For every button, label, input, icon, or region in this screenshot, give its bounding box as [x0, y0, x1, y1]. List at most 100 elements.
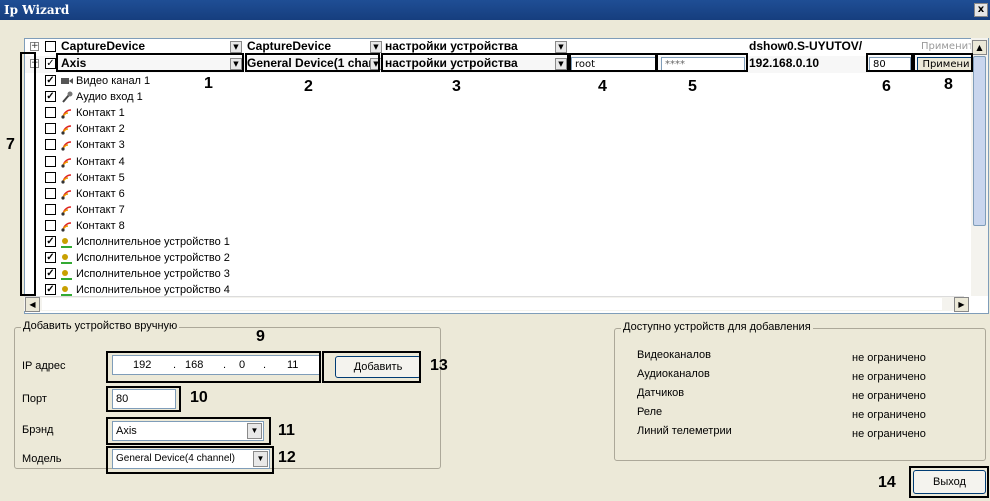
brand-select-highlight [106, 417, 271, 445]
subitem-label: Контакт 6 [76, 187, 125, 200]
settings-highlight [381, 53, 569, 72]
device-subitem[interactable]: Контакт 5 [45, 170, 345, 186]
subitem-checkbox[interactable] [45, 139, 56, 151]
manual-port-highlight [106, 386, 181, 412]
horizontal-scrollbar[interactable]: ◀ ▶ [24, 296, 969, 312]
available-title: Доступно устройств для добавления [621, 321, 813, 333]
device-subitem[interactable]: Контакт 6 [45, 186, 345, 202]
window-title: Ip Wizard [4, 3, 70, 17]
subitem-label: Исполнительное устройство 1 [76, 236, 230, 248]
exit-highlight [909, 466, 989, 498]
subitem-label: Контакт 5 [76, 171, 125, 184]
callout-13: 13 [430, 357, 448, 374]
available-label: Линий телеметрии [637, 425, 732, 437]
subitem-label: Исполнительное устройство 2 [76, 252, 230, 265]
expand-icon[interactable]: + [30, 42, 39, 51]
scroll-right-icon[interactable]: ▶ [954, 297, 969, 312]
callout-1: 1 [204, 75, 213, 92]
callout-5: 5 [688, 78, 697, 95]
device-subitem[interactable]: Контакт 3 [45, 137, 345, 153]
scroll-thumb[interactable] [973, 56, 986, 226]
subitem-label: Аудио вход 1 [76, 91, 143, 104]
device-subitem[interactable]: Контакт 7 [45, 202, 345, 218]
callout-11: 11 [278, 422, 295, 439]
available-value: не ограничено [852, 352, 926, 364]
chevron-down-icon[interactable]: ▼ [230, 41, 242, 53]
available-value: не ограничено [852, 428, 926, 440]
subitem-checkbox[interactable]: ✓ [45, 236, 56, 247]
available-label: Реле [637, 406, 663, 418]
subitem-label: Контакт 1 [76, 107, 125, 120]
subitem-checkbox[interactable] [45, 171, 56, 183]
model-label: Модель [22, 453, 62, 465]
available-value: не ограничено [852, 371, 926, 383]
subitem-checkbox[interactable] [45, 187, 56, 199]
scroll-left-icon[interactable]: ◀ [25, 297, 40, 312]
subitem-label: Контакт 3 [76, 139, 125, 152]
device-subitem[interactable]: ✓ Исполнительное устройство 3 [45, 266, 345, 282]
port-highlight [866, 53, 913, 72]
device-tree: + CaptureDevice ▼ CaptureDevice ▼ настро… [24, 38, 989, 314]
subitem-checkbox[interactable]: ✓ [45, 75, 56, 86]
scroll-track[interactable] [42, 298, 942, 310]
login-highlight [569, 53, 657, 72]
device-subitem[interactable]: ✓ Исполнительное устройство 1 [45, 234, 345, 250]
axis-ip-address: 192.168.0.10 [749, 56, 820, 70]
subitem-checkbox[interactable] [45, 155, 56, 167]
callout-8: 8 [944, 76, 953, 93]
manual-add-title: Добавить устройство вручную [21, 320, 180, 332]
brand-label: Брэнд [22, 424, 54, 436]
model-select-highlight [106, 446, 274, 474]
subitem-checkbox[interactable] [45, 203, 56, 215]
subitem-label: Исполнительное устройство 3 [76, 268, 230, 281]
subitem-label: Контакт 4 [76, 155, 125, 168]
subitem-label: Контакт 7 [76, 203, 125, 216]
subitem-label: Контакт 8 [76, 219, 125, 232]
available-value: не ограничено [852, 390, 926, 402]
subitem-checkbox[interactable]: ✓ [45, 268, 56, 280]
subitem-checkbox[interactable]: ✓ [45, 284, 56, 296]
vertical-scrollbar[interactable]: ▲ [971, 38, 988, 296]
port-label: Порт [22, 393, 47, 405]
scroll-up-icon[interactable]: ▲ [972, 40, 987, 55]
chevron-down-icon[interactable]: ▼ [555, 41, 567, 53]
callout-9: 9 [256, 328, 265, 345]
callout-3: 3 [452, 78, 461, 95]
brand-highlight [56, 53, 244, 72]
capture-device-host: dshow0.S-UYUTOV/ [749, 39, 863, 53]
device-subitem[interactable]: Контакт 1 [45, 105, 345, 121]
subitem-label: Видео канал 1 [76, 75, 151, 87]
subitem-checkbox[interactable] [45, 123, 56, 135]
device-subitem[interactable]: ✓ Исполнительное устройство 2 [45, 250, 345, 266]
callout-14: 14 [878, 474, 896, 491]
subitem-checkbox[interactable]: ✓ [45, 91, 56, 103]
ip-highlight [106, 351, 321, 383]
callout-2: 2 [304, 78, 313, 95]
password-highlight [656, 53, 748, 72]
available-label: Аудиоканалов [637, 368, 710, 380]
window-titlebar: Ip Wizard x [0, 0, 990, 20]
chevron-down-icon[interactable]: ▼ [370, 41, 382, 53]
available-label: Датчиков [637, 387, 685, 399]
checkbox-column-highlight [20, 52, 36, 296]
callout-4: 4 [598, 78, 607, 95]
callout-7: 7 [6, 136, 15, 153]
device-subitem[interactable]: Контакт 8 [45, 218, 345, 234]
available-label: Видеоканалов [637, 349, 712, 361]
subitem-checkbox[interactable] [45, 219, 56, 231]
axis-checkbox[interactable]: ✓ [45, 58, 56, 69]
capture-device-checkbox[interactable] [45, 41, 56, 52]
callout-10: 10 [190, 389, 208, 406]
callout-12: 12 [278, 449, 296, 466]
device-subitem[interactable]: Контакт 4 [45, 154, 345, 170]
device-subitem[interactable]: Контакт 2 [45, 121, 345, 137]
close-window-button[interactable]: x [974, 3, 988, 17]
add-highlight [322, 351, 421, 383]
device-subitem[interactable]: ✓ Видео канал 1 [45, 73, 345, 89]
ip-label: IP адрес [22, 360, 66, 372]
available-value: не ограничено [852, 409, 926, 421]
subitem-checkbox[interactable]: ✓ [45, 252, 56, 264]
device-subitem[interactable]: ✓ Аудио вход 1 [45, 89, 345, 105]
subitem-checkbox[interactable] [45, 107, 56, 119]
model-highlight [245, 53, 380, 72]
